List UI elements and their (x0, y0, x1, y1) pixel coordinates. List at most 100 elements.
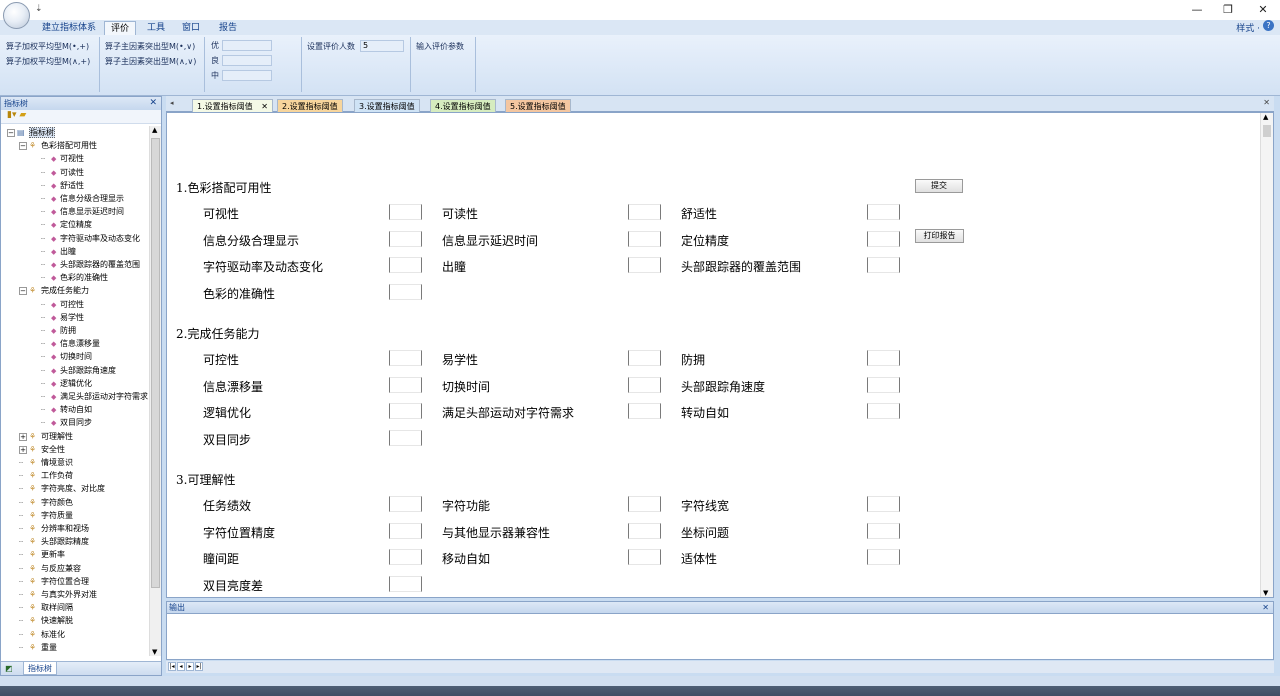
help-icon[interactable]: ? (1263, 20, 1274, 31)
indicator-threshold-input[interactable] (867, 496, 900, 512)
op-weighted-avg-min-button[interactable]: 算子加权平均型M(∧,+) (6, 56, 90, 67)
nav-last-button[interactable]: ▸| (195, 662, 203, 671)
nav-first-button[interactable]: |◂ (168, 662, 176, 671)
doc-tab-2[interactable]: 2.设置指标阈值 (277, 99, 343, 112)
nav-prev-button[interactable]: ◂ (177, 662, 185, 671)
tree-leaf-item[interactable]: ┄ ◆ 可控性 (41, 298, 84, 311)
tree-leaf-item[interactable]: ┄ ◆ 信息漂移量 (41, 337, 100, 350)
tree-group-item[interactable]: ┄ ⚘ 字符亮度、对比度 (19, 482, 105, 495)
indicator-threshold-input[interactable] (867, 204, 900, 220)
expand-icon[interactable]: + (19, 445, 27, 454)
indicator-threshold-input[interactable] (389, 496, 422, 512)
indicator-threshold-input[interactable] (628, 204, 661, 220)
doc-tab-4[interactable]: 4.设置指标阈值 (430, 99, 496, 112)
indicator-threshold-input[interactable] (389, 522, 422, 539)
indicator-threshold-input[interactable] (628, 549, 661, 565)
tree-leaf-item[interactable]: ┄ ◆ 满足头部运动对字符需求 (41, 390, 148, 403)
level-excellent-input[interactable] (222, 40, 272, 51)
tree-leaf-item[interactable]: ┄ ◆ 可读性 (41, 166, 84, 179)
close-button[interactable]: ✕ (1246, 0, 1280, 20)
level-medium-input[interactable] (222, 70, 272, 81)
tree-scrollbar-thumb[interactable] (151, 138, 160, 588)
indicator-threshold-input[interactable] (389, 429, 422, 446)
chart-icon[interactable]: ◩ (5, 662, 13, 676)
tree-group-item[interactable]: ┄ ⚘ 字符质量 (19, 509, 73, 522)
indicator-threshold-input[interactable] (867, 350, 900, 366)
indicator-threshold-input[interactable] (389, 283, 422, 300)
minimize-button[interactable]: — (1180, 0, 1214, 20)
submit-button[interactable]: 提交 (915, 179, 963, 193)
tree-leaf-item[interactable]: ┄ ◆ 切换时间 (41, 350, 92, 363)
tree-leaf-item[interactable]: ┄ ◆ 头部跟踪角速度 (41, 364, 116, 377)
indicator-threshold-input[interactable] (628, 350, 661, 366)
folder-icon[interactable]: ▮▾ (7, 110, 16, 120)
tree-group-item[interactable]: ┄ ⚘ 分辨率和视场 (19, 522, 89, 535)
indicator-threshold-input[interactable] (867, 403, 900, 419)
indicator-threshold-input[interactable] (628, 403, 661, 419)
tree-group-item[interactable]: − ⚘ 色彩搭配可用性 (19, 139, 97, 152)
open-folder-icon[interactable]: ▰ (19, 110, 26, 120)
tab-scroll-left-icon[interactable]: ◂ (170, 99, 174, 107)
tree-leaf-item[interactable]: ┄ ◆ 出瞳 (41, 245, 76, 258)
tree-group-item[interactable]: ┄ ⚘ 与反应兼容 (19, 562, 81, 575)
indicator-threshold-input[interactable] (867, 257, 900, 273)
tree-group-item[interactable]: + ⚘ 可理解性 (19, 430, 73, 443)
indicator-threshold-input[interactable] (867, 549, 900, 565)
tree-group-item[interactable]: ┄ ⚘ 标准化 (19, 628, 65, 641)
doc-tab-3[interactable]: 3.设置指标阈值 (354, 99, 420, 112)
tree-leaf-item[interactable]: ┄ ◆ 易学性 (41, 311, 84, 324)
collapse-icon[interactable]: − (19, 287, 27, 296)
tab-evaluate[interactable]: 评价 (104, 21, 137, 35)
indicator-threshold-input[interactable] (389, 204, 422, 220)
tree-leaf-item[interactable]: ┄ ◆ 逻辑优化 (41, 377, 92, 390)
tree-leaf-item[interactable]: ┄ ◆ 可视性 (41, 152, 84, 165)
op-main-factor-mult-button[interactable]: 算子主因素突出型M(•,∨) (105, 41, 195, 52)
tree-leaf-item[interactable]: ┄ ◆ 双目同步 (41, 416, 92, 429)
scroll-up-icon[interactable]: ▲ (1263, 113, 1268, 121)
scroll-down-icon[interactable]: ▼ (1263, 589, 1268, 597)
indicator-threshold-input[interactable] (389, 257, 422, 273)
collapse-icon[interactable]: − (19, 142, 27, 151)
indicator-threshold-input[interactable] (389, 549, 422, 565)
scroll-up-icon[interactable]: ▲ (152, 126, 157, 134)
tree-group-item[interactable]: ┄ ⚘ 情境意识 (19, 456, 73, 469)
indicator-threshold-input[interactable] (389, 575, 422, 592)
indicator-threshold-input[interactable] (867, 522, 900, 539)
tree-leaf-item[interactable]: ┄ ◆ 头部跟踪器的覆盖范围 (41, 258, 140, 271)
close-doc-icon[interactable]: ✕ (1263, 98, 1270, 107)
tree-group-item[interactable]: − ⚘ 完成任务能力 (19, 284, 89, 297)
indicator-threshold-input[interactable] (389, 350, 422, 366)
tree-group-item[interactable]: − ▤ 指标树 (7, 126, 55, 139)
tab-tools[interactable]: 工具 (141, 21, 171, 35)
tab-window[interactable]: 窗口 (176, 21, 206, 35)
tree-group-item[interactable]: ┄ ⚘ 取样间隔 (19, 601, 73, 614)
indicator-threshold-input[interactable] (867, 376, 900, 393)
tree-group-item[interactable]: ┄ ⚘ 更新率 (19, 548, 65, 561)
tree-leaf-item[interactable]: ┄ ◆ 舒适性 (41, 179, 84, 192)
tree-group-item[interactable]: ┄ ⚘ 与真实外界对准 (19, 588, 97, 601)
level-good-input[interactable] (222, 55, 272, 66)
nav-next-button[interactable]: ▸ (186, 662, 194, 671)
tree-leaf-item[interactable]: ┄ ◆ 防拥 (41, 324, 76, 337)
tree-group-item[interactable]: ┄ ⚘ 头部跟踪精度 (19, 535, 89, 548)
scroll-down-icon[interactable]: ▼ (152, 648, 157, 656)
indicator-threshold-input[interactable] (628, 257, 661, 273)
collapse-icon[interactable]: − (7, 129, 15, 137)
app-menu-button[interactable] (3, 2, 30, 29)
print-report-button[interactable]: 打印报告 (915, 229, 964, 243)
tree-leaf-item[interactable]: ┄ ◆ 信息显示延迟时间 (41, 205, 124, 218)
tree-group-item[interactable]: ┄ ⚘ 工作负荷 (19, 469, 73, 482)
quick-access-toolbar[interactable]: ⇣ (35, 4, 43, 14)
evaluator-count-input[interactable]: 5 (360, 40, 404, 52)
close-icon[interactable]: ✕ (1262, 602, 1269, 613)
indicator-threshold-input[interactable] (389, 376, 422, 393)
indicator-threshold-input[interactable] (628, 376, 661, 393)
indicator-threshold-input[interactable] (867, 230, 900, 247)
tree-group-item[interactable]: ┄ ⚘ 字符位置合理 (19, 575, 89, 588)
indicator-threshold-input[interactable] (389, 403, 422, 419)
close-icon[interactable]: ✕ (149, 97, 157, 110)
indicator-threshold-input[interactable] (628, 230, 661, 247)
maximize-button[interactable]: ❐ (1211, 0, 1245, 20)
tree-leaf-item[interactable]: ┄ ◆ 信息分级合理显示 (41, 192, 124, 205)
form-scrollbar[interactable]: ▲ ▼ (1260, 113, 1273, 597)
